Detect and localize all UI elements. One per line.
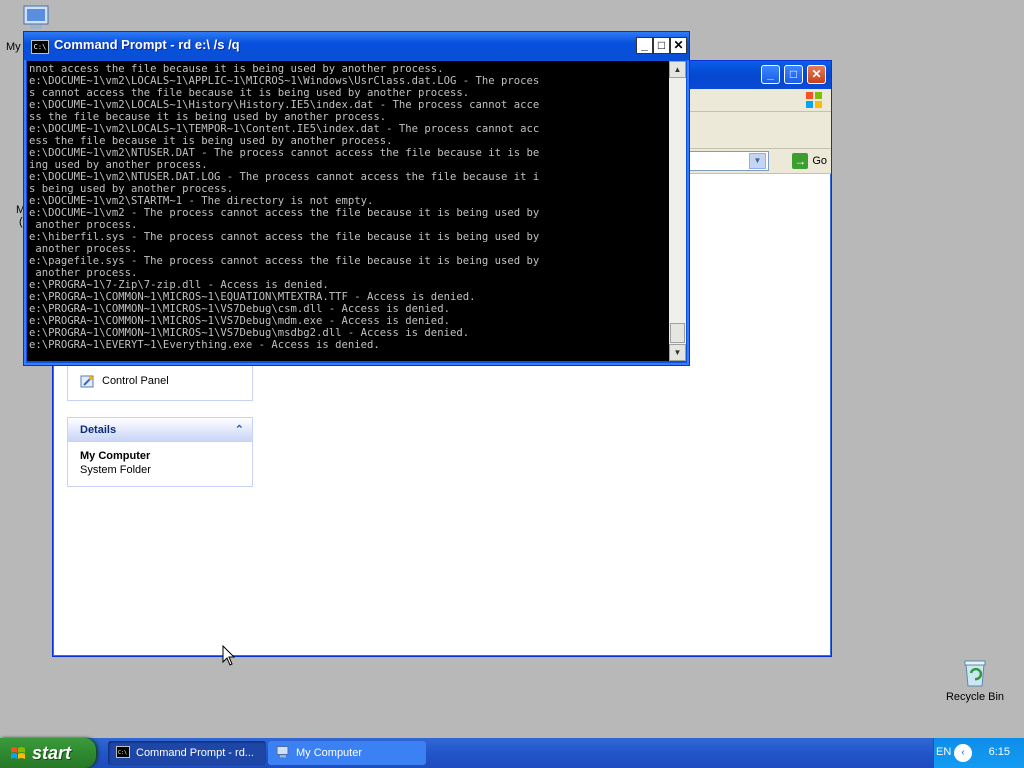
taskbar-item-label: My Computer bbox=[296, 747, 363, 759]
details-item-subtitle: System Folder bbox=[80, 464, 151, 476]
windows-logo-icon bbox=[806, 92, 822, 108]
console-icon: C:\ bbox=[116, 746, 130, 758]
chevron-down-icon[interactable]: ▼ bbox=[749, 153, 766, 169]
taskbar-item-command-prompt[interactable]: C:\ Command Prompt - rd... bbox=[108, 741, 266, 765]
details-panel-header[interactable]: Details ⌃ bbox=[68, 418, 252, 442]
cmd-minimize-button[interactable]: _ bbox=[636, 37, 653, 54]
go-label: Go bbox=[812, 155, 827, 167]
details-item-title: My Computer bbox=[80, 450, 151, 462]
cmd-title: Command Prompt - rd e:\ /s /q bbox=[54, 37, 240, 52]
go-arrow-icon: → bbox=[792, 153, 809, 169]
my-computer-icon bbox=[23, 5, 49, 29]
system-tray: EN ‹ 6:15 bbox=[933, 738, 1024, 768]
taskbar-item-label: Command Prompt - rd... bbox=[136, 747, 254, 759]
desktop-icon-recycle-bin[interactable]: Recycle Bin bbox=[940, 658, 1010, 703]
cmd-maximize-button[interactable]: □ bbox=[653, 37, 670, 54]
desktop-icon-my-computer[interactable]: My bbox=[4, 4, 49, 53]
svg-text:C:\: C:\ bbox=[118, 750, 127, 756]
go-button[interactable]: → Go bbox=[792, 152, 827, 170]
start-label: start bbox=[32, 743, 72, 763]
start-button[interactable]: start bbox=[0, 738, 96, 768]
command-prompt-window: C:\ Command Prompt - rd e:\ /s /q _ □ ✕ … bbox=[23, 31, 690, 366]
control-panel-link[interactable]: Control Panel bbox=[80, 373, 169, 389]
scroll-up-icon[interactable]: ▲ bbox=[669, 61, 686, 78]
taskbar: start C:\ Command Prompt - rd... My Comp… bbox=[0, 738, 1024, 768]
recycle-bin-label: Recycle Bin bbox=[945, 691, 1005, 703]
language-bar-icon[interactable]: ‹ bbox=[954, 744, 972, 762]
scroll-down-icon[interactable]: ▼ bbox=[669, 344, 686, 361]
console-icon: C:\ bbox=[31, 40, 49, 54]
mouse-cursor-icon bbox=[222, 645, 236, 666]
windows-logo-icon bbox=[11, 747, 25, 759]
explorer-maximize-button[interactable]: □ bbox=[784, 65, 803, 84]
cmd-titlebar[interactable]: C:\ Command Prompt - rd e:\ /s /q _ □ ✕ bbox=[24, 32, 689, 60]
chevron-up-icon[interactable]: ⌃ bbox=[235, 418, 244, 442]
details-panel: Details ⌃ My Computer System Folder bbox=[67, 417, 253, 487]
control-panel-label: Control Panel bbox=[102, 375, 169, 387]
my-computer-icon bbox=[276, 746, 289, 758]
console-output: nnot access the file because it is being… bbox=[29, 63, 540, 361]
clock[interactable]: 6:15 bbox=[989, 746, 1010, 758]
details-header-label: Details bbox=[80, 424, 117, 436]
language-indicator[interactable]: EN bbox=[936, 746, 951, 758]
control-panel-icon bbox=[80, 375, 94, 388]
scroll-thumb[interactable] bbox=[670, 323, 685, 343]
taskbar-item-my-computer[interactable]: My Computer bbox=[268, 741, 426, 765]
console-output-area[interactable]: nnot access the file because it is being… bbox=[27, 61, 669, 361]
explorer-close-button[interactable]: ✕ bbox=[807, 65, 826, 84]
explorer-minimize-button[interactable]: _ bbox=[761, 65, 780, 84]
desktop-icon-label: My bbox=[6, 41, 21, 53]
cmd-close-button[interactable]: ✕ bbox=[670, 37, 687, 54]
console-scrollbar[interactable]: ▲ ▼ bbox=[669, 61, 686, 361]
recycle-bin-icon bbox=[964, 660, 986, 687]
